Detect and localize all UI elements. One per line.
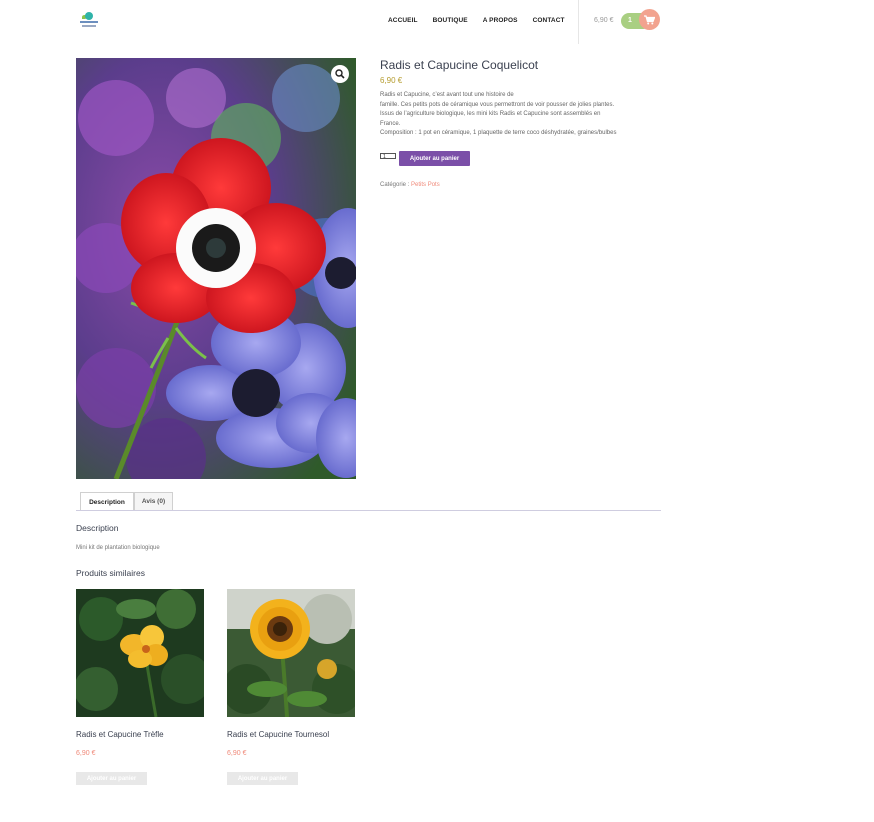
cart-count[interactable]: 1 xyxy=(628,17,632,24)
site-logo[interactable] xyxy=(80,11,98,31)
related-add-to-cart-button[interactable]: Ajouter au panier xyxy=(76,772,147,785)
main-nav: ACCUEIL BOUTIQUE A PROPOS CONTACT xyxy=(388,17,580,24)
category-label: Catégorie : xyxy=(380,182,410,188)
nav-boutique[interactable]: BOUTIQUE xyxy=(433,17,468,24)
add-to-cart-button[interactable]: Ajouter au panier xyxy=(399,151,470,166)
related-products-heading: Produits similaires xyxy=(76,568,145,578)
product-image[interactable] xyxy=(76,58,356,479)
tab-description[interactable]: Description xyxy=(80,492,134,511)
tab-reviews[interactable]: Avis (0) xyxy=(134,492,173,510)
related-product-name[interactable]: Radis et Capucine Trèfle xyxy=(76,730,164,739)
product-category: Catégorie : Petits Pots xyxy=(380,182,440,188)
quantity-input[interactable]: 1 xyxy=(380,153,396,160)
cart-icon[interactable] xyxy=(639,9,660,30)
category-link[interactable]: Petits Pots xyxy=(411,182,440,188)
related-add-to-cart-button[interactable]: Ajouter au panier xyxy=(227,772,298,785)
related-product-name[interactable]: Radis et Capucine Tournesol xyxy=(227,730,329,739)
description-line: Radis et Capucine, c’est avant tout une … xyxy=(380,92,514,98)
nav-a-propos[interactable]: A PROPOS xyxy=(483,17,518,24)
description-line: France. xyxy=(380,120,401,127)
related-product-image[interactable] xyxy=(76,589,204,717)
description-heading: Description xyxy=(76,523,119,533)
related-product-price: 6,90 € xyxy=(227,750,247,757)
tabs-divider xyxy=(76,510,661,511)
product-price: 6,90 € xyxy=(380,76,403,85)
header-divider xyxy=(578,0,579,44)
description-text: Mini kit de plantation biologique xyxy=(76,545,160,551)
related-product-price: 6,90 € xyxy=(76,750,96,757)
product-title: Radis et Capucine Coquelicot xyxy=(380,58,539,72)
search-zoom-icon[interactable] xyxy=(331,65,349,83)
nav-contact[interactable]: CONTACT xyxy=(533,17,565,24)
product-short-description: Radis et Capucine, c’est avant tout une … xyxy=(380,91,665,139)
description-line: famille. Ces petits pots de céramique vo… xyxy=(380,101,615,108)
description-line: Issus de l’agriculture biologique, les m… xyxy=(380,111,601,118)
related-product-image[interactable] xyxy=(227,589,355,717)
cart-total[interactable]: 6,90 € xyxy=(594,17,613,24)
description-line: Composition : 1 pot en céramique, 1 plaq… xyxy=(380,130,617,137)
nav-accueil[interactable]: ACCUEIL xyxy=(388,17,418,24)
